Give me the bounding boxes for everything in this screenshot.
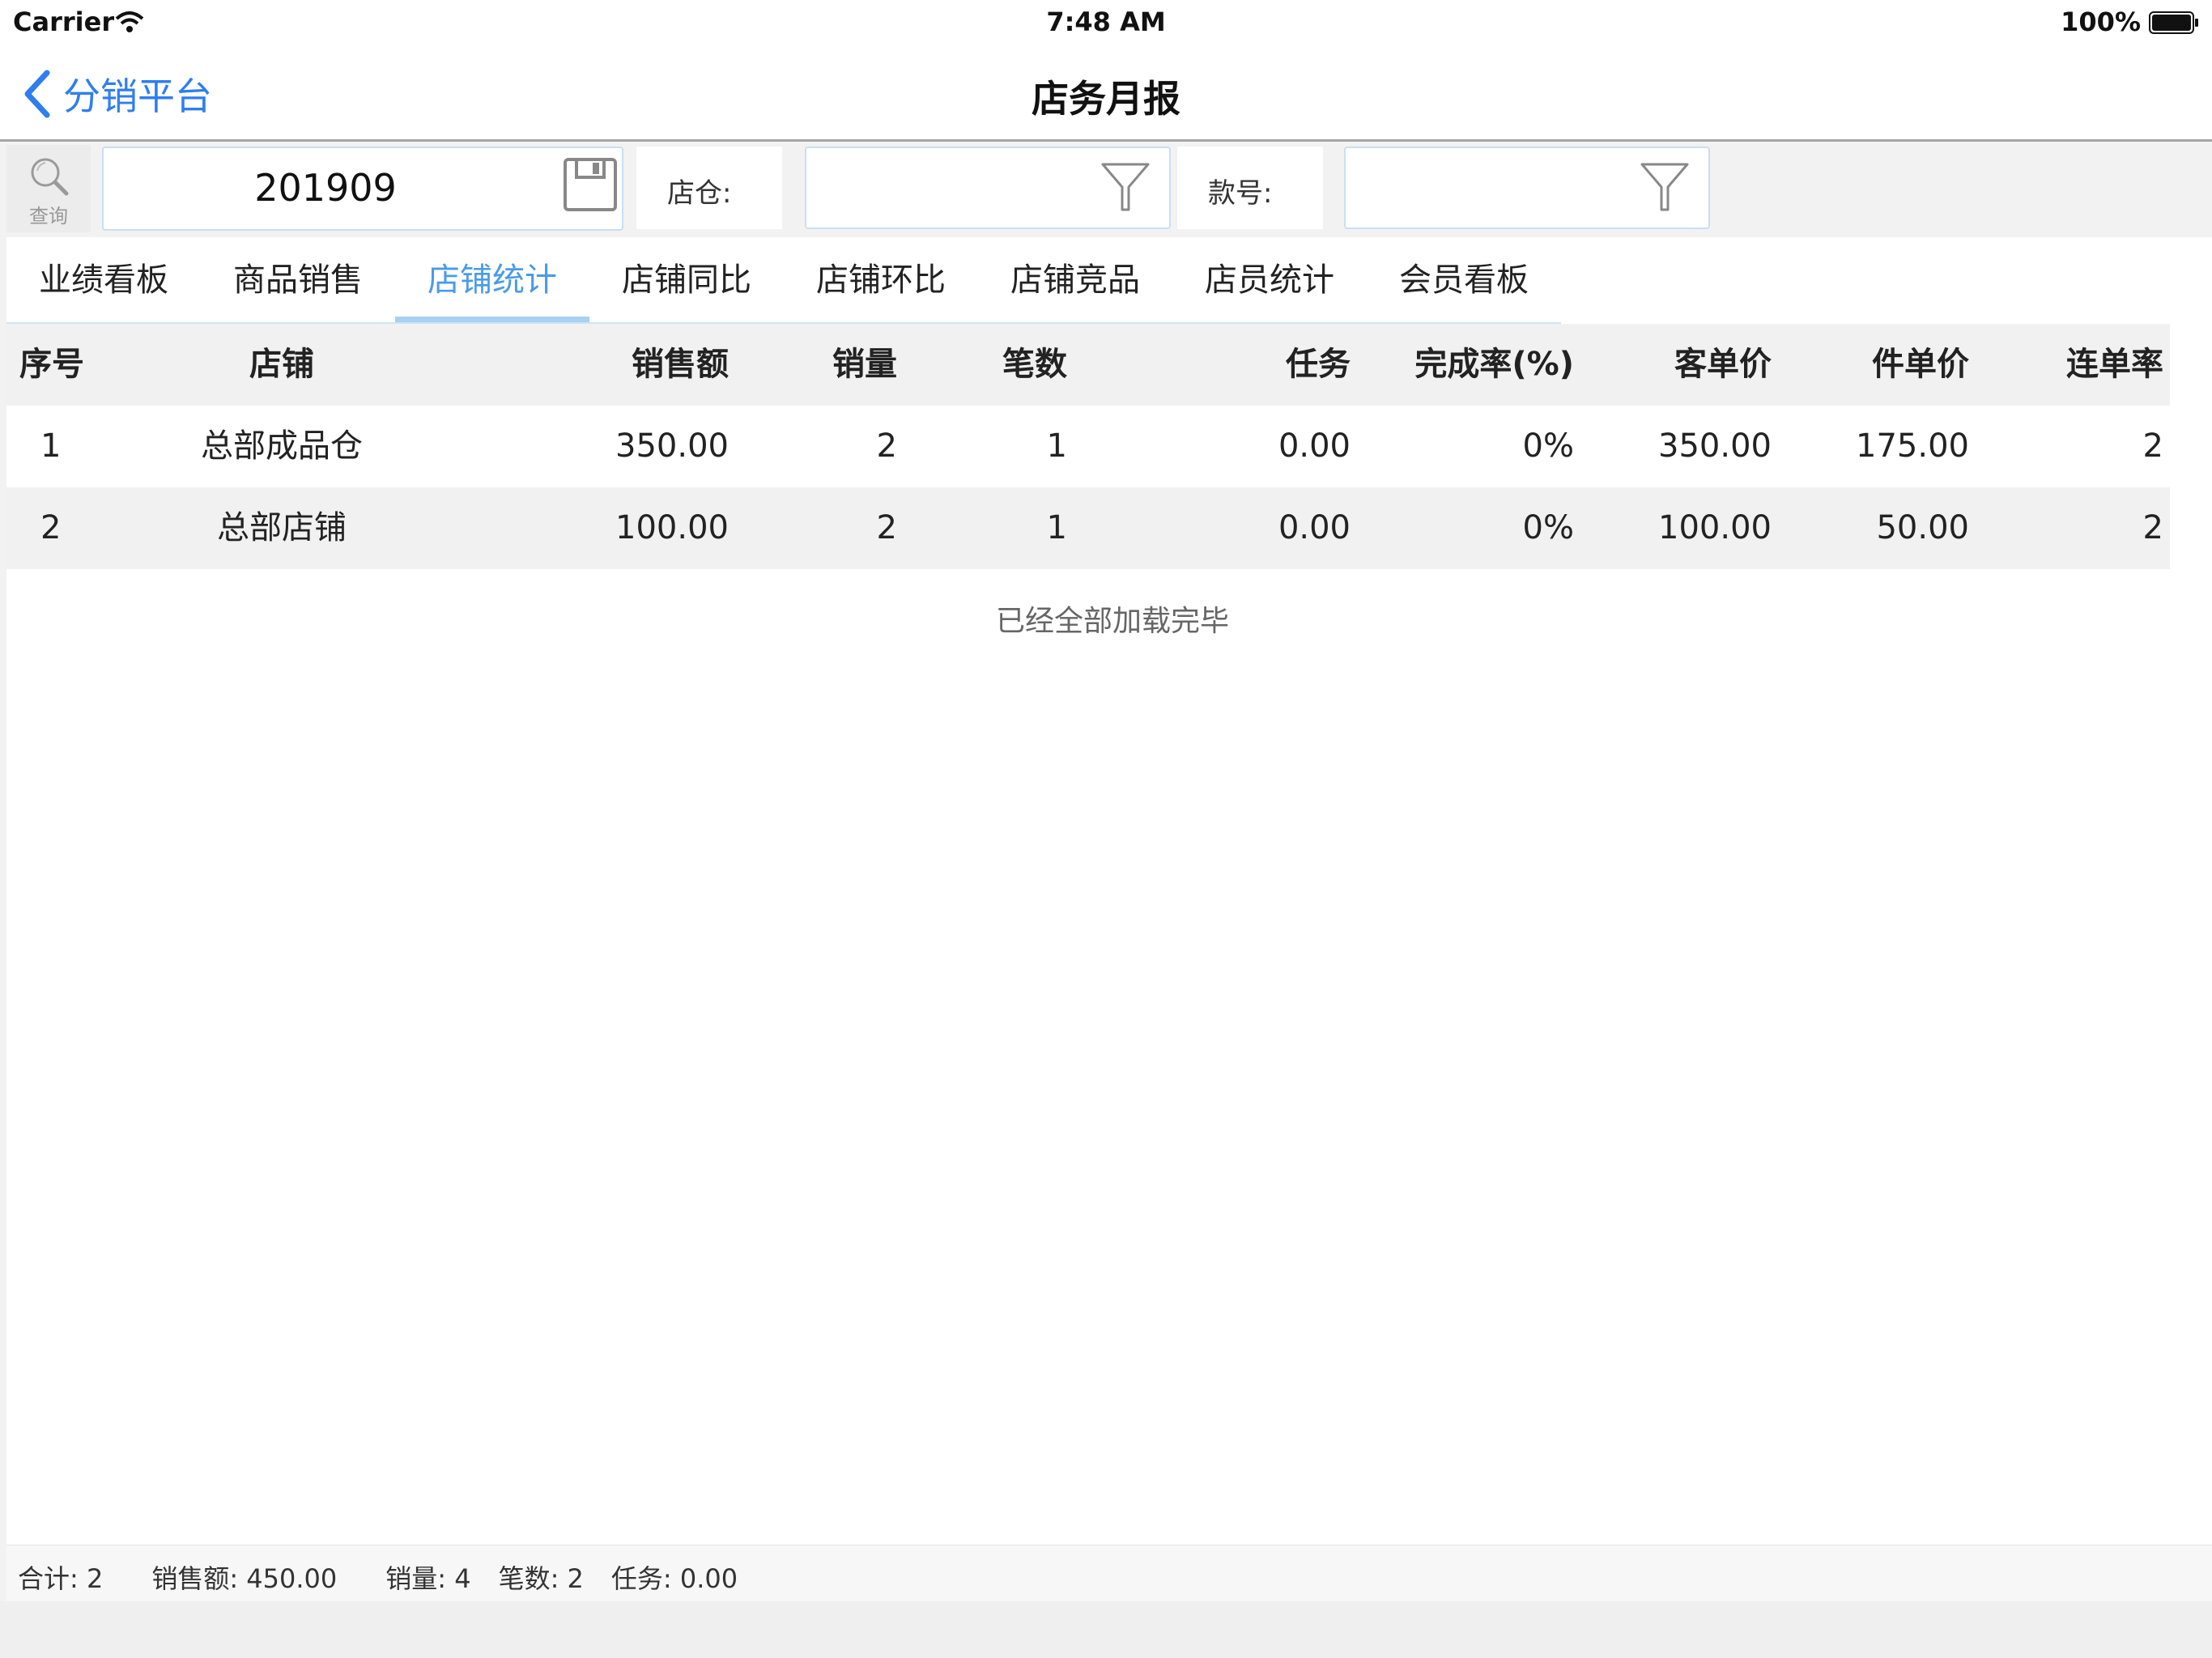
summary-text: 合计: 2 销售额: 450.00 销量: 4 笔数: 2 任务: 0.00 [18, 1558, 738, 1596]
cell-upt: 2 [2142, 427, 2163, 465]
cell-store: 总部成品仓 [201, 427, 363, 465]
cell-completion: 0% [1522, 427, 1574, 465]
tab-store-mom[interactable]: 店铺环比 [784, 243, 978, 320]
tab-store-stats[interactable]: 店铺统计 [395, 243, 589, 322]
store-filter-field[interactable] [805, 147, 1171, 229]
tab-store-competitors[interactable]: 店铺竞品 [978, 243, 1172, 320]
summary-footer: 合计: 2 销售额: 450.00 销量: 4 笔数: 2 任务: 0.00 [6, 1545, 2212, 1602]
bottom-bar [0, 1601, 2212, 1658]
store-stats-table: 序号 店铺 销售额 销量 笔数 任务 完成率(%) 客单价 件单价 连单率 1 … [6, 324, 2170, 569]
table-row[interactable]: 1 总部成品仓 350.00 2 1 0.00 0% 350.00 175.00… [6, 406, 2170, 487]
col-header-avg-ticket: 客单价 [1674, 346, 1772, 383]
tab-performance-board[interactable]: 业绩看板 [6, 243, 201, 320]
filter-bar: 查询 201909 店仓: 款号: [0, 142, 2212, 237]
query-label: 查询 [29, 205, 68, 227]
cell-avg-item: 175.00 [1856, 427, 1969, 465]
cell-index: 2 [40, 509, 62, 546]
style-label: 款号: [1208, 177, 1273, 210]
cell-completion: 0% [1522, 509, 1574, 546]
table-row[interactable]: 2 总部店铺 100.00 2 1 0.00 0% 100.00 50.00 2 [6, 487, 2170, 569]
summary-total: 合计: 2 [18, 1563, 104, 1594]
tab-product-sales[interactable]: 商品销售 [201, 243, 395, 320]
cell-qty: 2 [876, 427, 897, 465]
cell-qty: 2 [876, 509, 897, 546]
tab-store-yoy[interactable]: 店铺同比 [589, 243, 784, 320]
left-edge [0, 142, 6, 1601]
tab-staff-stats[interactable]: 店员统计 [1172, 243, 1367, 320]
search-icon [31, 158, 69, 196]
cell-avg-item: 50.00 [1876, 509, 1969, 546]
col-header-upt: 连单率 [2066, 346, 2163, 383]
clock: 7:48 AM [1046, 6, 1166, 37]
summary-sales: 销售额: 450.00 [151, 1563, 338, 1594]
cell-store: 总部店铺 [217, 509, 347, 546]
summary-count: 笔数: 2 [498, 1563, 584, 1594]
style-filter-field[interactable] [1344, 147, 1710, 229]
page-title: 店务月报 [1032, 77, 1180, 121]
table-header: 序号 店铺 销售额 销量 笔数 任务 完成率(%) 客单价 件单价 连单率 [6, 324, 2170, 406]
col-header-store: 店铺 [249, 346, 314, 383]
col-header-sales: 销售额 [632, 346, 729, 383]
date-field[interactable]: 201909 [102, 147, 623, 231]
save-icon[interactable] [562, 156, 619, 213]
store-label-box: 店仓: [636, 147, 782, 229]
col-header-index: 序号 [19, 346, 84, 383]
filter-funnel-icon[interactable] [1639, 159, 1691, 213]
cell-upt: 2 [2142, 509, 2163, 546]
store-label: 店仓: [667, 177, 732, 210]
navigation-bar: 分销平台 店务月报 [0, 47, 2212, 142]
summary-task: 任务: 0.00 [610, 1563, 738, 1594]
col-header-task: 任务 [1286, 346, 1351, 383]
filter-funnel-icon[interactable] [1100, 159, 1151, 213]
cell-task: 0.00 [1278, 427, 1351, 465]
style-label-box: 款号: [1177, 147, 1323, 229]
tab-bar: 业绩看板 商品销售 店铺统计 店铺同比 店铺环比 店铺竞品 店员统计 会员看板 [6, 243, 1561, 325]
cell-task: 0.00 [1278, 509, 1351, 546]
cell-sales: 350.00 [615, 427, 729, 465]
cell-index: 1 [40, 427, 62, 465]
all-loaded-message: 已经全部加载完毕 [995, 605, 1229, 638]
col-header-avg-item: 件单价 [1872, 346, 1969, 383]
battery-icon [2149, 11, 2198, 34]
cell-count: 1 [1046, 509, 1067, 546]
col-header-qty: 销量 [832, 346, 897, 383]
cell-avg-ticket: 350.00 [1658, 427, 1772, 465]
summary-qty: 销量: 4 [385, 1563, 471, 1594]
cell-count: 1 [1046, 427, 1067, 465]
query-button[interactable]: 查询 [6, 145, 91, 232]
col-header-count: 笔数 [1002, 346, 1067, 383]
battery-percent: 100% [2061, 6, 2141, 37]
cell-sales: 100.00 [615, 509, 729, 546]
col-header-completion: 完成率(%) [1414, 346, 1574, 383]
date-value: 201909 [254, 166, 397, 210]
cell-avg-ticket: 100.00 [1658, 509, 1772, 546]
status-bar: Carrier 7:48 AM 100% [0, 0, 2212, 47]
tab-member-board[interactable]: 会员看板 [1367, 243, 1561, 320]
